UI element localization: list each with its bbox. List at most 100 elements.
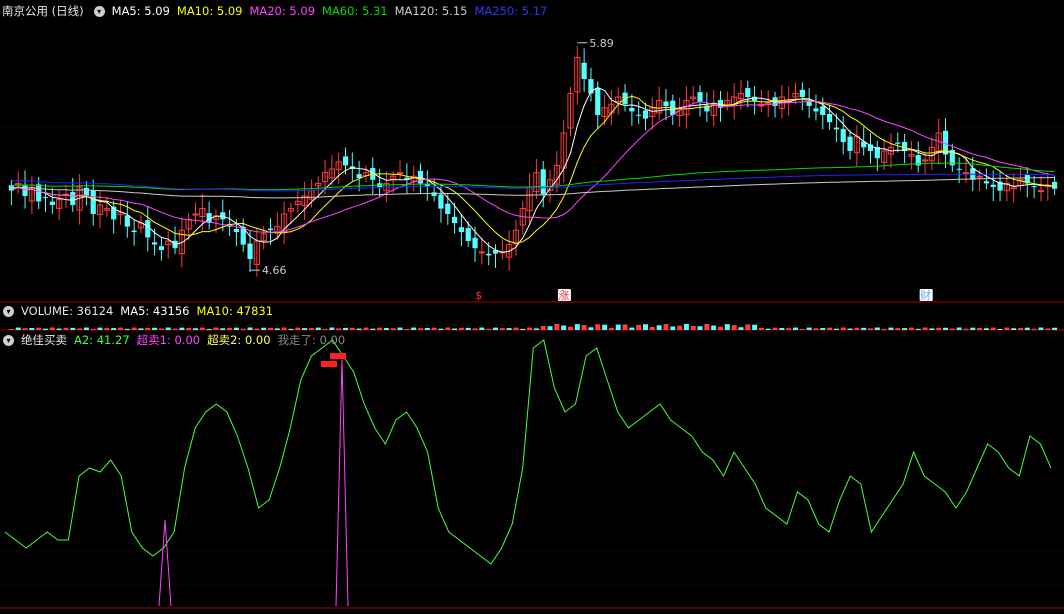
- volume-bar: [970, 327, 976, 330]
- candle-body: [42, 197, 49, 199]
- volume-bar: [186, 327, 192, 330]
- candle-body: [921, 159, 929, 162]
- stock-title: 南京公用 (日线): [2, 4, 84, 18]
- ma10-line: [11, 95, 1055, 244]
- volume-bar: [595, 324, 601, 330]
- candle-body: [826, 113, 833, 123]
- volume-bar: [193, 328, 198, 330]
- volume-bar: [111, 328, 117, 330]
- volume-bar: [963, 328, 969, 330]
- volume-bar: [486, 328, 492, 330]
- candle-body: [90, 190, 96, 214]
- volume-bar: [411, 327, 417, 330]
- candle-body: [765, 101, 772, 104]
- volume-bar: [22, 328, 28, 330]
- volume-bar: [227, 327, 233, 330]
- volume-bar: [554, 324, 560, 330]
- volume-bar: [533, 328, 539, 330]
- volume-bar: [104, 328, 110, 330]
- a2-label: A2: 41.27: [74, 333, 130, 347]
- volume-bar: [874, 327, 880, 330]
- candle-body: [581, 62, 587, 79]
- volume-bar: [152, 327, 158, 330]
- volume-bar: [281, 327, 287, 330]
- volume-bar: [615, 324, 621, 330]
- volume-bar: [452, 328, 458, 330]
- volume-bar: [854, 327, 860, 330]
- volume-bar: [888, 327, 894, 330]
- volume-bar: [588, 327, 594, 330]
- low-price-label: 4.66: [262, 264, 287, 277]
- volume-bar: [418, 328, 423, 330]
- chevron-down-icon[interactable]: ▾: [93, 5, 105, 17]
- ma60-label: MA60: 5.31: [322, 4, 388, 18]
- volume-bar: [902, 328, 908, 330]
- ma60-line: [11, 162, 1055, 191]
- volume-bar: [670, 326, 676, 330]
- volume-bar: [322, 328, 328, 330]
- candle-body: [267, 228, 274, 231]
- volume-bar: [704, 324, 710, 330]
- candle-body: [438, 194, 444, 209]
- candle-body: [192, 213, 199, 216]
- ma5-line: [11, 87, 1055, 253]
- volume-bar: [254, 328, 260, 330]
- volume-bar: [779, 327, 785, 330]
- sell-spike: [335, 359, 349, 607]
- volume-bar: [131, 327, 137, 330]
- volume-bar: [772, 327, 778, 330]
- volume-bar: [943, 327, 948, 330]
- volume-bar: [990, 327, 996, 330]
- volume-bar: [90, 328, 96, 330]
- volume-bar: [813, 328, 819, 330]
- volume-bar: [1011, 328, 1017, 330]
- volume-bar: [363, 327, 369, 330]
- volume-bar: [1004, 327, 1010, 330]
- volume-bar: [574, 324, 580, 330]
- volume-bar: [922, 327, 928, 330]
- volume-bar: [936, 327, 942, 330]
- volume-bar: [1045, 328, 1051, 330]
- candle-body: [833, 127, 840, 130]
- candle-body: [847, 136, 853, 151]
- indicator-title: 绝佳买卖: [21, 333, 67, 347]
- volume-ma5-label: MA5: 43156: [120, 304, 190, 318]
- volume-bar: [97, 327, 103, 330]
- candle-body: [233, 228, 240, 232]
- volume-bar: [983, 328, 989, 330]
- candle-body: [697, 92, 703, 103]
- ma20-label: MA20: 5.09: [249, 4, 316, 18]
- volume-bar: [1024, 327, 1030, 330]
- event-marker: $: [475, 289, 482, 302]
- ma5-label: MA5: 5.09: [111, 4, 170, 18]
- volume-bar: [629, 327, 635, 330]
- candle-body: [1051, 181, 1058, 189]
- volume-bar: [315, 327, 321, 330]
- candle-body: [158, 246, 165, 250]
- volume-bar: [206, 328, 212, 330]
- volume-bar: [527, 327, 533, 330]
- candle-body: [976, 175, 983, 178]
- chevron-down-icon[interactable]: ▾: [3, 305, 14, 317]
- volume-bar: [390, 328, 396, 330]
- candle-body: [431, 192, 437, 196]
- volume-bar: [697, 326, 703, 330]
- candle-body: [745, 88, 751, 97]
- chevron-down-icon[interactable]: ▾: [3, 334, 14, 346]
- volume-bar: [438, 328, 444, 330]
- event-marker: 涨: [558, 289, 569, 302]
- candle-body: [151, 242, 158, 245]
- volume-bar: [506, 328, 512, 330]
- candle-body: [458, 227, 465, 232]
- volume-bar: [752, 324, 758, 330]
- volume-bar: [724, 324, 730, 330]
- volume-bar: [445, 327, 451, 330]
- candle-body: [983, 181, 990, 184]
- volume-bar: [336, 328, 342, 330]
- volume-bar: [165, 327, 171, 330]
- candle-body: [540, 169, 546, 195]
- volume-bar: [765, 328, 771, 330]
- volume-bar: [677, 325, 683, 330]
- candle-body: [472, 237, 478, 249]
- volume-bar: [929, 328, 935, 330]
